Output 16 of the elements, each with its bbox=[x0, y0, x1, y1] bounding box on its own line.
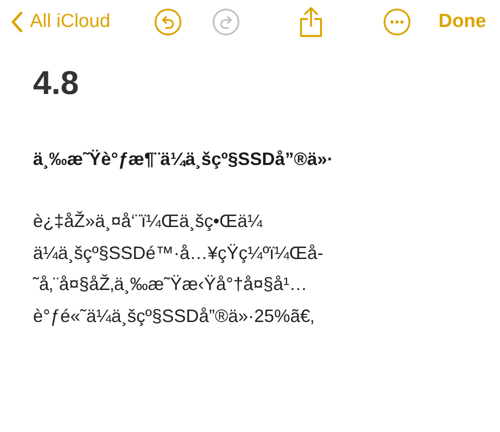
share-icon bbox=[299, 6, 324, 38]
note-text-line: ä¼ä¸šçº§SSDé™·å…¥çŸç¼ºï¼Œå- bbox=[33, 242, 324, 265]
more-icon bbox=[382, 8, 411, 36]
chevron-left-icon bbox=[10, 11, 23, 33]
note-text-line: ˜å‚¨å¤§åŽ‚ä¸‰æ˜Ÿæ‹Ÿå°†å¤§å¹… bbox=[33, 273, 308, 296]
note-title: 4.8 bbox=[33, 63, 80, 103]
done-button[interactable]: Done bbox=[438, 11, 486, 33]
note-text-line: è¿‡åŽ»ä¸¤å‘¨ï¼Œä¸šç•Œä¼ bbox=[33, 210, 264, 233]
redo-icon bbox=[212, 8, 240, 36]
more-button[interactable] bbox=[382, 8, 411, 36]
undo-button[interactable] bbox=[154, 8, 182, 36]
share-button[interactable] bbox=[299, 6, 324, 38]
undo-icon bbox=[154, 8, 182, 36]
note-text-line: è°ƒé«˜ä¼ä¸šçº§SSDå”®ä»·25%ã€‚ bbox=[33, 304, 316, 328]
back-button[interactable]: All iCloud bbox=[10, 11, 110, 33]
note-heading: ä¸‰æ˜Ÿè°ƒæ¶¨ä¼ä¸šçº§SSDå”®ä»· bbox=[33, 148, 334, 171]
